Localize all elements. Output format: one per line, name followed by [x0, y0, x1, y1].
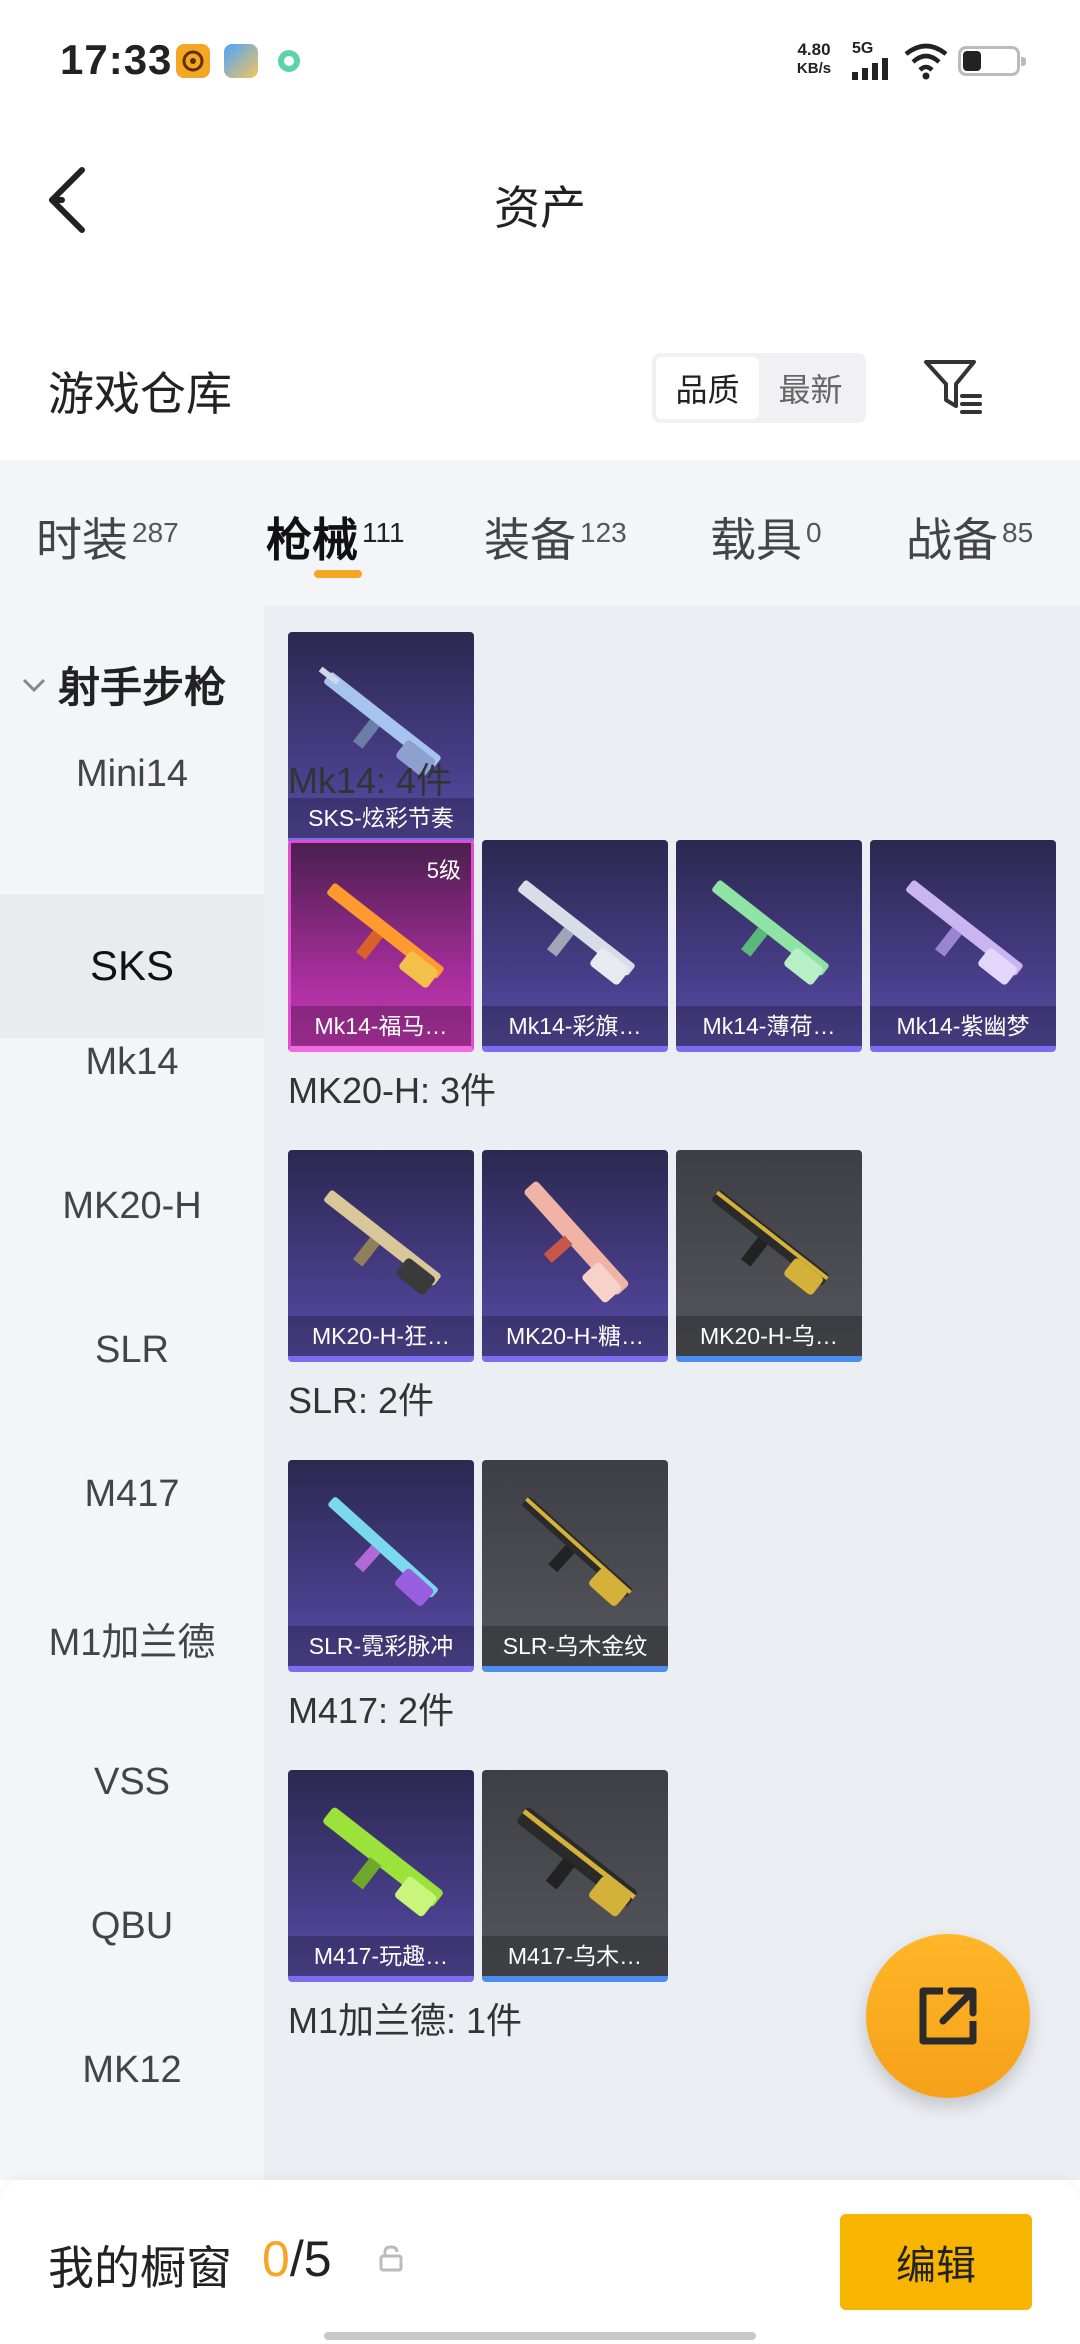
weapon-card[interactable]: MK20-H-乌… — [676, 1150, 862, 1362]
tab-label: 装备 — [484, 514, 576, 566]
weapon-card-name: Mk14-紫幽梦 — [870, 1006, 1056, 1046]
rifle-icon — [328, 1497, 438, 1606]
weapon-card[interactable]: M417-玩趣… — [288, 1770, 474, 1982]
tab-equipment[interactable]: 装备 123 — [484, 504, 627, 570]
share-button[interactable] — [866, 1934, 1030, 2098]
sidebar-item-vss[interactable]: VSS — [0, 1710, 264, 1854]
battery-icon — [958, 46, 1026, 76]
home-indicator[interactable] — [324, 2332, 756, 2340]
rifle-icon — [712, 880, 829, 985]
weapon-group-label: SLR: 2件 — [288, 1380, 435, 1421]
wifi-icon — [904, 43, 948, 80]
rifle-icon — [517, 1807, 637, 1917]
showcase-total: 5 — [303, 2231, 332, 2287]
tab-label: 时装 — [36, 514, 128, 566]
sort-option-latest[interactable]: 最新 — [759, 357, 862, 419]
weapon-card-name: M417-玩趣… — [288, 1936, 474, 1976]
weapon-card-name: Mk14-福马… — [291, 1006, 471, 1046]
rifle-icon — [324, 1190, 441, 1295]
sidebar-item-m1-garand[interactable]: M1加兰德 — [0, 1566, 264, 1710]
lock-icon — [379, 2245, 403, 2272]
tab-guns[interactable]: 枪械 111 — [266, 504, 405, 570]
external-link-icon — [919, 1987, 977, 2045]
showcase-current: 0 — [262, 2231, 290, 2287]
weapon-card[interactable]: SKS-炫彩节奏 — [288, 632, 474, 844]
showcase-count: 0/5 — [262, 2230, 332, 2288]
weapon-group-label: M417: 2件 — [288, 1690, 455, 1731]
rifle-icon — [323, 1807, 443, 1917]
sort-toggle: 品质 最新 — [652, 353, 866, 423]
sidebar-item-m417[interactable]: M417 — [0, 1422, 264, 1566]
tab-count: 111 — [362, 517, 405, 548]
weapon-card[interactable]: Mk14-紫幽梦 — [870, 840, 1056, 1052]
weapon-card[interactable]: Mk14-彩旗… — [482, 840, 668, 1052]
tab-count: 123 — [580, 517, 627, 548]
weapon-card[interactable]: 5级 Mk14-福马… — [288, 840, 474, 1052]
app-notification-icon — [272, 44, 306, 78]
status-time: 17:33 — [60, 36, 173, 83]
sidebar-item-qbu[interactable]: QBU — [0, 1854, 264, 1998]
weapon-card-name: MK20-H-糖… — [482, 1316, 668, 1356]
weapon-card-name: MK20-H-乌… — [676, 1316, 862, 1356]
tab-label: 枪械 — [266, 514, 358, 566]
network-type: 5G — [852, 40, 874, 57]
category-tabs: 时装 287 枪械 111 装备 123 载具 0 战备 85 — [0, 460, 1080, 606]
tab-supplies[interactable]: 战备 85 — [906, 504, 1033, 570]
weapon-type-sidebar: 射手步枪 Mini14 SKS Mk14 MK20-H SLR M417 M1加… — [0, 606, 264, 2180]
top-navigation: 资产 — [0, 120, 1080, 280]
weapon-card-name: SLR-霓彩脉冲 — [288, 1626, 474, 1666]
sidebar-item-mk20h[interactable]: MK20-H — [0, 1134, 264, 1278]
tab-count: 287 — [132, 517, 179, 548]
sidebar-item-mini14[interactable]: Mini14 — [0, 702, 264, 846]
tab-count: 85 — [1002, 517, 1034, 548]
showcase-separator: / — [289, 2231, 304, 2287]
weapon-card[interactable]: SLR-乌木金纹 — [482, 1460, 668, 1672]
rifle-icon — [906, 880, 1023, 985]
showcase-bar: 我的橱窗 0/5 编辑 — [0, 2180, 1080, 2344]
weapon-card-name: Mk14-彩旗… — [482, 1006, 668, 1046]
weapon-card[interactable]: MK20-H-糖… — [482, 1150, 668, 1362]
sidebar-item-slr[interactable]: SLR — [0, 1278, 264, 1422]
weapon-group-label: MK20-H: 3件 — [288, 1070, 497, 1111]
status-bar: 17:33 4.80 KB/s 5G — [0, 0, 1080, 120]
signal-icon — [852, 58, 888, 80]
rifle-icon — [712, 1190, 829, 1295]
app-notification-icon — [224, 44, 258, 78]
weapon-card[interactable]: SLR-霓彩脉冲 — [288, 1460, 474, 1672]
network-speed: 4.80 KB/s — [786, 40, 842, 78]
weapon-group-label: M1加兰德: 1件 — [288, 2000, 523, 2041]
sort-option-quality[interactable]: 品质 — [656, 357, 759, 419]
weapon-card-name: SKS-炫彩节奏 — [288, 798, 474, 838]
edit-button[interactable]: 编辑 — [840, 2214, 1032, 2310]
weapon-card-name: MK20-H-狂… — [288, 1316, 474, 1356]
rifle-icon — [524, 1181, 629, 1303]
weapon-card[interactable]: M417-乌木… — [482, 1770, 668, 1982]
warehouse-title: 游戏仓库 — [48, 368, 232, 420]
weapon-card-name: Mk14-薄荷… — [676, 1006, 862, 1046]
app-notification-icon — [176, 44, 210, 78]
weapon-card[interactable]: Mk14-薄荷… — [676, 840, 862, 1052]
sidebar-item-mk14[interactable]: Mk14 — [0, 990, 264, 1134]
page-title: 资产 — [494, 182, 586, 234]
network-speed-unit: KB/s — [796, 60, 832, 77]
weapon-card-name: M417-乌木… — [482, 1936, 668, 1976]
tab-label: 载具 — [710, 514, 802, 566]
rifle-icon — [522, 1497, 632, 1606]
sidebar-item-mk12[interactable]: MK12 — [0, 1998, 264, 2142]
tab-label: 战备 — [906, 514, 998, 566]
tab-count: 0 — [806, 517, 822, 548]
rifle-icon — [327, 883, 444, 988]
showcase-label: 我的橱窗 — [48, 2242, 232, 2294]
weapon-card-name: SLR-乌木金纹 — [482, 1626, 668, 1666]
chevron-down-icon — [22, 678, 46, 692]
tab-vehicles[interactable]: 载具 0 — [710, 504, 822, 570]
weapon-group-label: Mk14: 4件 — [288, 760, 453, 801]
weapon-card[interactable]: MK20-H-狂… — [288, 1150, 474, 1362]
network-speed-value: 4.80 — [797, 40, 831, 59]
tab-fashion[interactable]: 时装 287 — [36, 504, 179, 570]
active-tab-indicator — [314, 570, 362, 578]
filter-icon[interactable] — [920, 354, 986, 420]
rifle-icon — [518, 880, 635, 985]
